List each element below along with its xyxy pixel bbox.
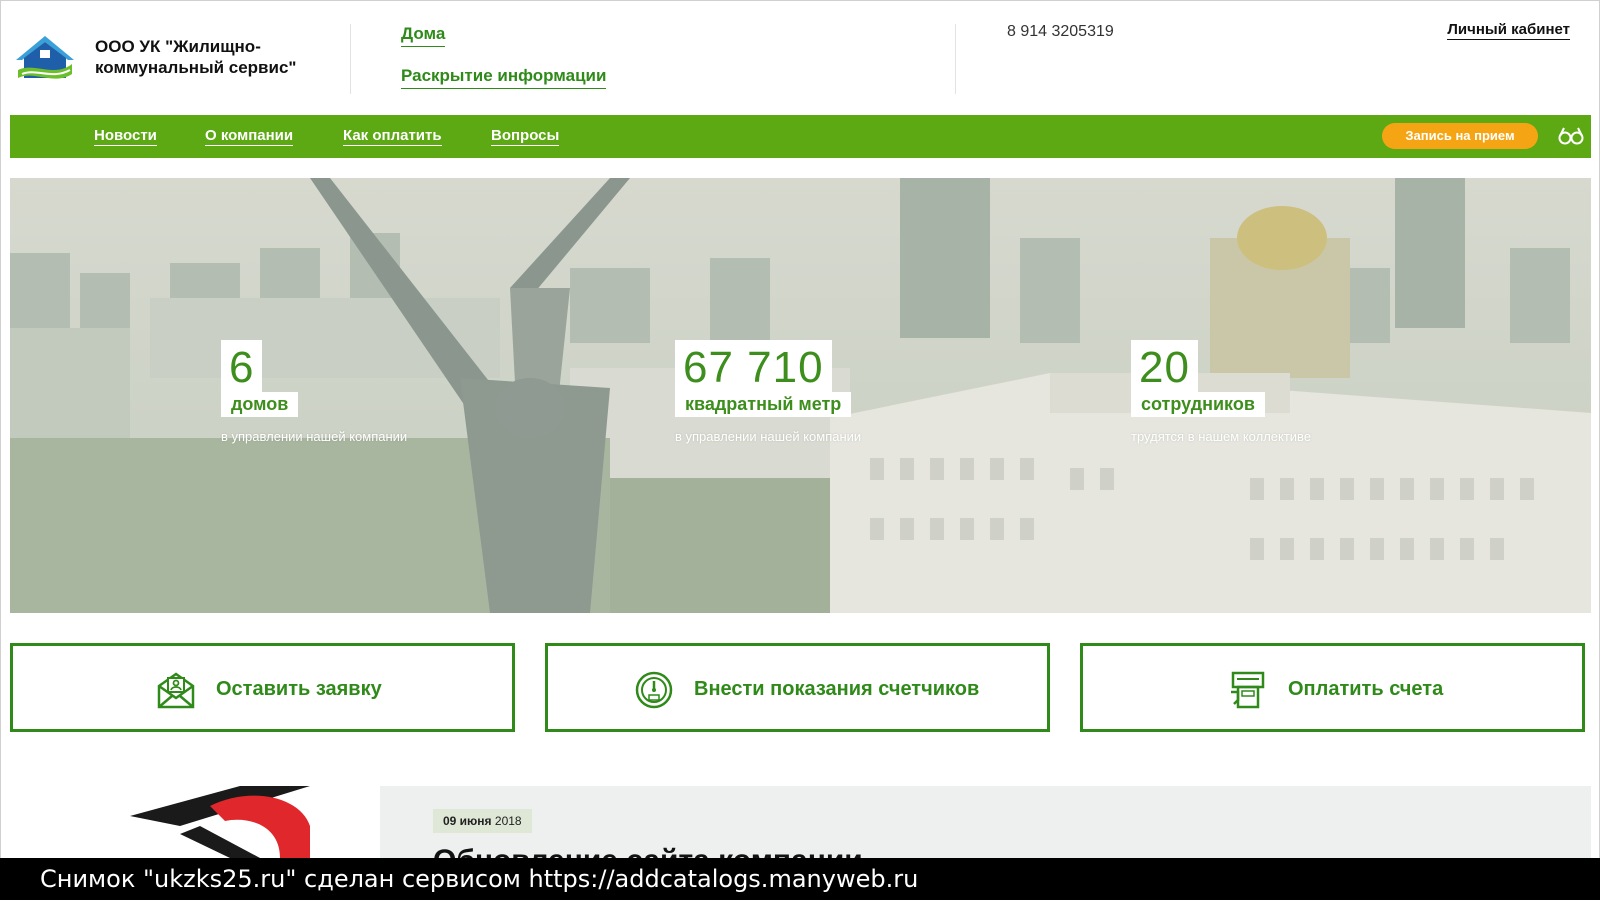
site-header: ООО УК "Жилищно-коммунальный сервис" Дом… [0, 0, 1600, 115]
stat-area: 67 710 квадратный метр в управлении наше… [675, 340, 861, 444]
personal-cabinet-link[interactable]: Личный кабинет [1447, 21, 1570, 40]
stat-caption: в управлении нашей компании [675, 429, 862, 444]
company-name: ООО УК "Жилищно-коммунальный сервис" [95, 37, 297, 77]
stat-label: квадратный метр [675, 392, 852, 417]
stat-employees: 20 сотрудников трудятся в нашем коллекти… [1131, 340, 1311, 444]
meter-gauge-icon [635, 671, 673, 709]
submit-meter-readings-button[interactable]: Внести показания счетчиков [545, 643, 1050, 732]
action-label: Оплатить счета [1288, 678, 1444, 700]
stat-label: домов [221, 392, 299, 417]
nav-how-to-pay[interactable]: Как оплатить [343, 127, 442, 146]
action-label: Оставить заявку [216, 678, 382, 700]
envelope-user-icon [157, 672, 195, 709]
stat-label: сотрудников [1131, 392, 1265, 417]
action-label: Внести показания счетчиков [694, 678, 980, 700]
stat-caption: трудятся в нашем коллективе [1131, 429, 1312, 444]
houses-link[interactable]: Дома [401, 24, 446, 47]
news-date-year: 2018 [494, 814, 522, 828]
stat-value: 20 [1131, 340, 1198, 392]
disclosure-link[interactable]: Раскрытие информации [401, 66, 607, 89]
appointment-button[interactable]: Запись на прием [1382, 123, 1538, 149]
payment-terminal-icon [1231, 671, 1265, 709]
submit-request-button[interactable]: Оставить заявку [10, 643, 515, 732]
news-image[interactable] [10, 786, 380, 858]
house-logo-icon[interactable] [14, 34, 76, 82]
news-thumbnail [130, 786, 310, 858]
stat-value: 6 [221, 340, 263, 392]
nav-questions[interactable]: Вопросы [491, 127, 560, 146]
phone-number[interactable]: 8 914 3205319 [1007, 23, 1114, 41]
header-divider [350, 24, 351, 94]
news-date-badge: 09 июня 2018 [433, 809, 532, 833]
stat-caption: в управлении нашей компании [221, 429, 408, 444]
nav-news[interactable]: Новости [94, 127, 157, 146]
news-card[interactable]: 09 июня 2018 Обновление сайта компании [380, 786, 1591, 858]
screenshot-caption: Снимок "ukzks25.ru" сделан сервисом http… [0, 858, 1600, 900]
nav-about[interactable]: О компании [205, 127, 294, 146]
news-date-day: 09 июня [443, 814, 492, 828]
hero-banner: 6 домов в управлении нашей компании 67 7… [10, 178, 1591, 613]
stat-houses: 6 домов в управлении нашей компании [221, 340, 407, 444]
main-nav: Новости О компании Как оплатить Вопросы … [10, 115, 1591, 158]
header-divider [955, 24, 956, 94]
news-title[interactable]: Обновление сайта компании [433, 844, 863, 858]
pay-bills-button[interactable]: Оплатить счета [1080, 643, 1585, 732]
stat-value: 67 710 [675, 340, 832, 392]
glasses-icon[interactable] [1558, 125, 1584, 147]
